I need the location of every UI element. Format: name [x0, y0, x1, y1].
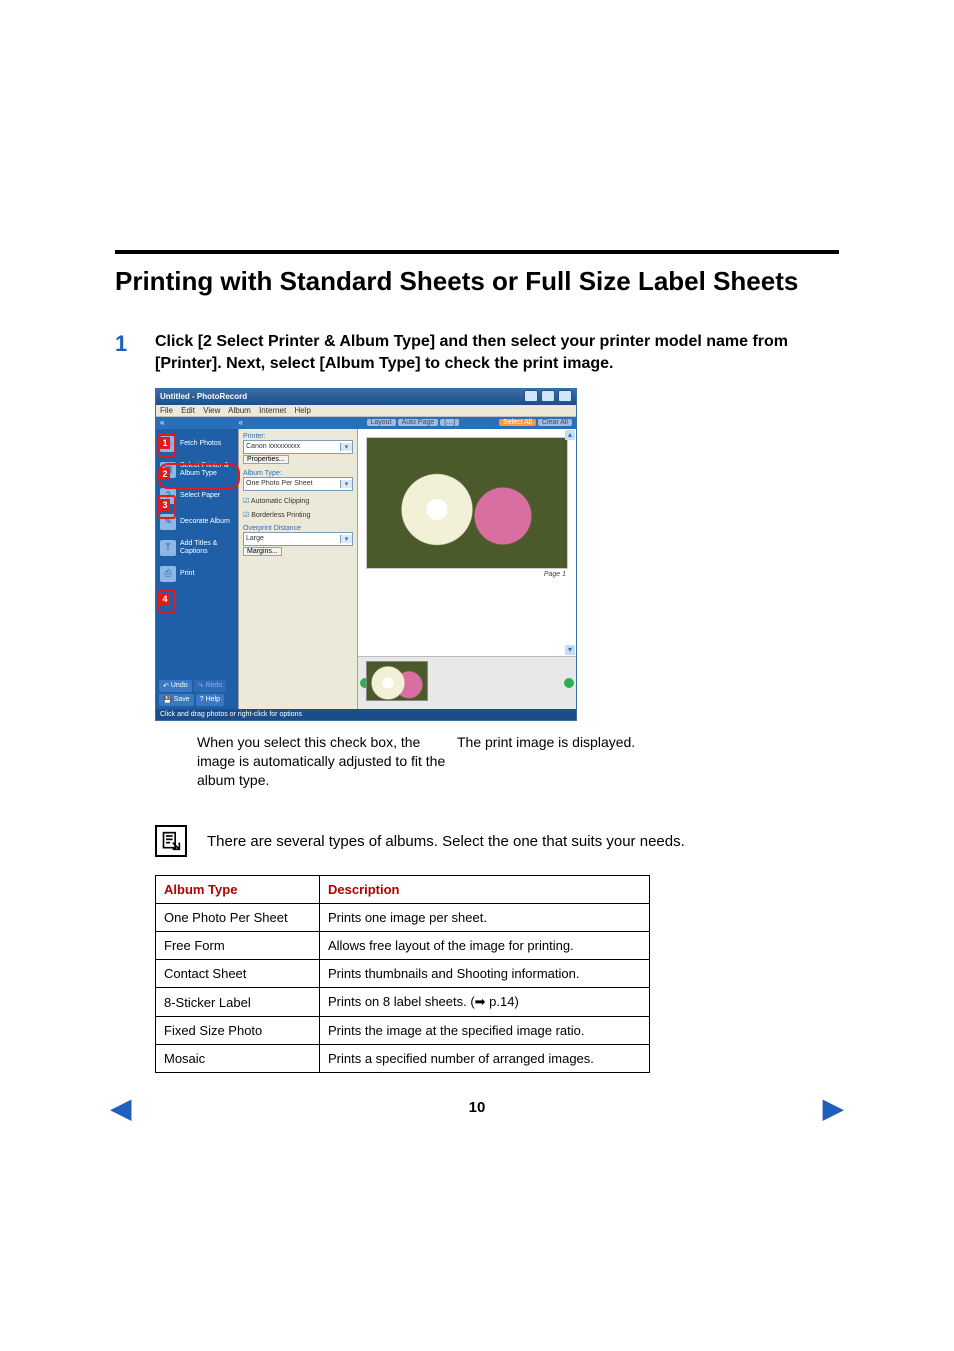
menu-help[interactable]: Help — [294, 406, 310, 415]
menu-internet[interactable]: Internet — [259, 406, 286, 415]
btn-autopage[interactable]: Auto Page — [398, 419, 439, 426]
sidebar-decorate[interactable]: ✎ Decorate Album — [156, 509, 238, 535]
maximize-icon[interactable] — [541, 390, 555, 402]
margins-button[interactable]: Margins... — [243, 547, 282, 556]
close-icon[interactable] — [558, 390, 572, 402]
caption-left: When you select this check box, the imag… — [155, 733, 457, 790]
albumtype-label: Album Type: — [243, 470, 353, 477]
collapse-left-icon[interactable]: « — [160, 418, 164, 427]
table-row: Fixed Size Photo Prints the image at the… — [156, 1017, 650, 1045]
app-sidebar: ⎙ Fetch Photos ▦ Select Printer & Album … — [156, 429, 238, 709]
table-row: 8-Sticker Label Prints on 8 label sheets… — [156, 988, 650, 1017]
app-menubar: File Edit View Album Internet Help — [156, 405, 576, 417]
album-type-table: Album Type Description One Photo Per She… — [155, 875, 650, 1073]
sidebar-fetch-photos[interactable]: ⎙ Fetch Photos — [156, 431, 238, 457]
page-indicator: Page 1 — [368, 571, 566, 578]
scroll-up-icon[interactable]: ▴ — [565, 430, 575, 440]
decorate-icon: ✎ — [160, 514, 176, 530]
properties-button[interactable]: Properties... — [243, 455, 289, 464]
page-footer: ◀ 10 ▶ — [0, 1099, 954, 1116]
sidebar-item-label: Print — [180, 570, 194, 578]
borderless-checkbox[interactable]: Borderless Printing — [243, 511, 353, 519]
menu-file[interactable]: File — [160, 406, 173, 415]
albumtype-combo[interactable]: One Photo Per Sheet ▾ — [243, 477, 353, 491]
sidebar-item-label: Select Paper — [180, 492, 220, 500]
menu-album[interactable]: Album — [228, 406, 251, 415]
step-instruction: Click [2 Select Printer & Album Type] an… — [155, 331, 839, 376]
sidebar-item-label: Select Printer & Album Type — [180, 462, 234, 477]
btn-layout[interactable]: Layout — [367, 419, 396, 426]
sidebar-select-printer[interactable]: ▦ Select Printer & Album Type — [156, 457, 238, 483]
minimize-icon[interactable] — [524, 390, 538, 402]
sidebar-print[interactable]: ⎙ Print — [156, 561, 238, 587]
preview-panel: ▴ Page 1 ▾ — [358, 429, 576, 709]
redo-button[interactable]: ↷ Redo — [194, 680, 227, 692]
select-paper-icon: ? — [160, 488, 176, 504]
table-row: Contact Sheet Prints thumbnails and Shoo… — [156, 960, 650, 988]
select-printer-icon: ▦ — [160, 462, 176, 478]
btn-select-all[interactable]: Select All — [499, 419, 536, 426]
overprint-value: Large — [244, 535, 340, 542]
table-row: Mosaic Prints a specified number of arra… — [156, 1045, 650, 1073]
preview-image[interactable] — [366, 437, 568, 569]
btn-misc[interactable]: […] — [440, 419, 459, 426]
step-number: 1 — [115, 331, 133, 1073]
app-title: Untitled - PhotoRecord — [160, 392, 247, 401]
sidebar-titles[interactable]: T Add Titles & Captions — [156, 535, 238, 561]
th-description: Description — [319, 876, 649, 904]
btn-clear-all[interactable]: Clear All — [538, 419, 572, 426]
collapse-mid-icon[interactable]: « — [238, 418, 242, 427]
chevron-down-icon: ▾ — [340, 480, 352, 488]
fetch-photos-icon: ⎙ — [160, 436, 176, 452]
window-controls — [523, 390, 572, 404]
save-button[interactable]: 💾 Save — [159, 694, 194, 706]
prev-page-button[interactable]: ◀ — [110, 1091, 132, 1124]
albumtype-value: One Photo Per Sheet — [244, 480, 340, 487]
menu-view[interactable]: View — [203, 406, 220, 415]
titles-icon: T — [160, 540, 176, 556]
printer-value: Canon xxxxxxxxx — [244, 443, 340, 450]
note-icon — [155, 825, 187, 857]
thumbnail[interactable] — [366, 661, 428, 701]
printer-combo[interactable]: Canon xxxxxxxxx ▾ — [243, 440, 353, 454]
step-1: 1 Click [2 Select Printer & Album Type] … — [115, 331, 839, 1073]
page-heading: Printing with Standard Sheets or Full Si… — [115, 262, 839, 301]
settings-panel: Printer: Canon xxxxxxxxx ▾ Properties...… — [238, 429, 358, 709]
status-bar: Click and drag photos or right-click for… — [156, 709, 576, 720]
sidebar-item-label: Add Titles & Captions — [180, 540, 234, 555]
note-text: There are several types of albums. Selec… — [207, 833, 685, 850]
embedded-app-screenshot: Untitled - PhotoRecord File Edit View Al… — [155, 388, 577, 721]
th-album-type: Album Type — [156, 876, 320, 904]
chevron-down-icon: ▾ — [340, 443, 352, 451]
sidebar-item-label: Decorate Album — [180, 518, 230, 526]
undo-button[interactable]: ↶ Undo — [159, 680, 192, 692]
chevron-down-icon: ▾ — [340, 535, 352, 543]
help-button[interactable]: ? Help — [196, 694, 224, 706]
print-icon: ⎙ — [160, 566, 176, 582]
overprint-combo[interactable]: Large ▾ — [243, 532, 353, 546]
app-titlebar: Untitled - PhotoRecord — [156, 389, 576, 405]
autoclip-checkbox[interactable]: Automatic Clipping — [243, 497, 353, 505]
next-page-button[interactable]: ▶ — [822, 1091, 844, 1124]
page-number: 10 — [469, 1099, 486, 1116]
sidebar-select-paper[interactable]: ? Select Paper — [156, 483, 238, 509]
table-row: One Photo Per Sheet Prints one image per… — [156, 904, 650, 932]
scroll-down-icon[interactable]: ▾ — [565, 645, 575, 655]
printer-label: Printer: — [243, 433, 353, 440]
menu-edit[interactable]: Edit — [181, 406, 195, 415]
section-rule — [115, 250, 839, 254]
caption-right: The print image is displayed. — [457, 733, 839, 790]
sidebar-item-label: Fetch Photos — [180, 440, 221, 448]
table-row: Free Form Allows free layout of the imag… — [156, 932, 650, 960]
app-topstrip: « « Layout Auto Page […] Select All Clea… — [156, 417, 576, 429]
overprint-label: Overprint Distance — [243, 525, 353, 532]
